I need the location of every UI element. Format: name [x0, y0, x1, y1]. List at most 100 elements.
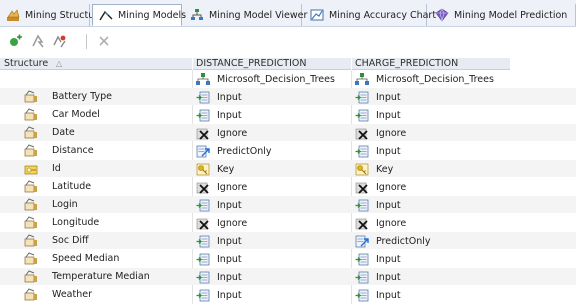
sort-ascending-icon: △ [56, 59, 63, 68]
usage-cell[interactable]: Key [355, 162, 393, 176]
usage-value: Input [217, 109, 242, 121]
structure-column-icon [24, 234, 38, 247]
structure-column-name: Login [52, 199, 78, 210]
usage-cell[interactable]: Ignore [196, 126, 247, 140]
usage-cell[interactable]: Input [355, 90, 401, 104]
usage-cell[interactable]: Input [196, 252, 242, 266]
usage-cell[interactable]: Input [355, 108, 401, 122]
accuracy-chart-icon [310, 8, 324, 22]
structure-column-name: Soc Diff [52, 235, 89, 246]
usage-value: Input [217, 235, 242, 247]
usage-cell[interactable]: Input [196, 198, 242, 212]
structure-column-name: Distance [52, 145, 94, 156]
usage-cell[interactable]: Ignore [355, 216, 406, 230]
input-icon [196, 199, 210, 212]
table-row[interactable]: Id Key Key [0, 160, 576, 177]
process-all-icon [52, 33, 68, 49]
usage-value: Input [217, 253, 242, 265]
delete-button[interactable] [96, 33, 112, 49]
model-prediction-icon [435, 8, 449, 22]
usage-cell[interactable]: Input [355, 270, 401, 284]
usage-value: PredictOnly [376, 235, 431, 247]
algorithm-cell[interactable]: Microsoft_Decision_Trees [196, 72, 335, 86]
ignore-icon [196, 127, 210, 140]
mining-models-icon [99, 8, 113, 22]
model-name: CHARGE_PREDICTION [355, 58, 459, 69]
model-name: DISTANCE_PREDICTION [196, 58, 307, 69]
structure-column-icon [24, 216, 38, 229]
usage-value: Input [217, 91, 242, 103]
model-column-header[interactable]: DISTANCE_PREDICTION [193, 58, 351, 70]
table-row[interactable]: Longitude Ignore Ignore [0, 214, 576, 231]
structure-column-header[interactable]: Structure △ [0, 58, 192, 70]
input-icon [355, 199, 369, 212]
algorithm-cell[interactable]: Microsoft_Decision_Trees [355, 72, 494, 86]
table-row[interactable]: Weather Input Input [0, 286, 576, 303]
table-row[interactable]: Soc Diff Input PredictOnly [0, 232, 576, 249]
decision-tree-icon [196, 72, 210, 86]
usage-value: Input [376, 91, 401, 103]
input-icon [196, 253, 210, 266]
usage-cell[interactable]: Input [355, 252, 401, 266]
usage-value: Input [376, 289, 401, 301]
create-model-button[interactable] [8, 33, 24, 49]
table-row[interactable]: Speed Median Input Input [0, 250, 576, 267]
structure-column-icon [24, 144, 38, 157]
ignore-icon [355, 127, 369, 140]
tab-mining-model-viewer[interactable]: Mining Model Viewer [184, 4, 307, 26]
usage-cell[interactable]: Input [196, 234, 242, 248]
table-row[interactable]: Car Model Input Input [0, 106, 576, 123]
usage-cell[interactable]: Input [196, 270, 242, 284]
structure-column-name: Battery Type [52, 91, 113, 102]
tab-mining-models[interactable]: Mining Models [92, 4, 186, 26]
usage-cell[interactable]: Input [196, 108, 242, 122]
table-row[interactable]: Login Input Input [0, 196, 576, 213]
usage-value: Input [376, 271, 401, 283]
table-row[interactable]: Temperature Median Input Input [0, 268, 576, 285]
usage-cell[interactable]: Input [196, 288, 242, 302]
table-row[interactable]: Latitude Ignore Ignore [0, 178, 576, 195]
usage-value: Input [376, 199, 401, 211]
algorithm-name: Microsoft_Decision_Trees [376, 73, 494, 85]
process-all-button[interactable] [52, 33, 68, 49]
usage-cell[interactable]: Input [355, 144, 401, 158]
tab-label: Mining Model Viewer [209, 9, 308, 21]
structure-column-name: Temperature Median [52, 271, 150, 282]
usage-value: Input [376, 145, 401, 157]
tab-mining-accuracy-chart[interactable]: Mining Accuracy Chart [304, 4, 436, 26]
usage-cell[interactable]: PredictOnly [355, 234, 430, 248]
usage-cell[interactable]: Input [196, 90, 242, 104]
usage-value: Ignore [376, 127, 407, 139]
algorithm-row: Microsoft_Decision_Trees Microsoft_Decisi… [0, 70, 576, 87]
structure-column-name: Weather [52, 289, 92, 300]
usage-cell[interactable]: Input [355, 288, 401, 302]
usage-value: Ignore [376, 181, 407, 193]
usage-value: Ignore [376, 217, 407, 229]
usage-cell[interactable]: Ignore [196, 216, 247, 230]
process-button[interactable] [30, 33, 46, 49]
usage-value: Ignore [217, 127, 248, 139]
table-row[interactable]: Battery Type Input Input [0, 88, 576, 105]
structure-column-icon [24, 198, 38, 211]
input-icon [196, 109, 210, 122]
usage-value: Input [376, 109, 401, 121]
input-icon [355, 109, 369, 122]
table-row[interactable]: Date Ignore Ignore [0, 124, 576, 141]
key-icon [196, 163, 210, 176]
usage-cell[interactable]: Ignore [355, 126, 406, 140]
structure-column-icon [24, 126, 38, 139]
input-icon [196, 235, 210, 248]
usage-cell[interactable]: Key [196, 162, 234, 176]
input-icon [355, 289, 369, 302]
model-column-header[interactable]: CHARGE_PREDICTION [352, 58, 510, 70]
usage-cell[interactable]: Input [355, 198, 401, 212]
structure-column-icon [24, 288, 38, 301]
table-row[interactable]: Distance PredictOnly Input [0, 142, 576, 159]
usage-cell[interactable]: PredictOnly [196, 144, 271, 158]
tab-mining-structure[interactable]: Mining Structure [0, 4, 104, 26]
structure-column-icon [24, 90, 38, 103]
tab-mining-model-prediction[interactable]: Mining Model Prediction [429, 4, 576, 26]
usage-cell[interactable]: Ignore [355, 180, 406, 194]
usage-cell[interactable]: Ignore [196, 180, 247, 194]
structure-column-icon [24, 108, 38, 121]
